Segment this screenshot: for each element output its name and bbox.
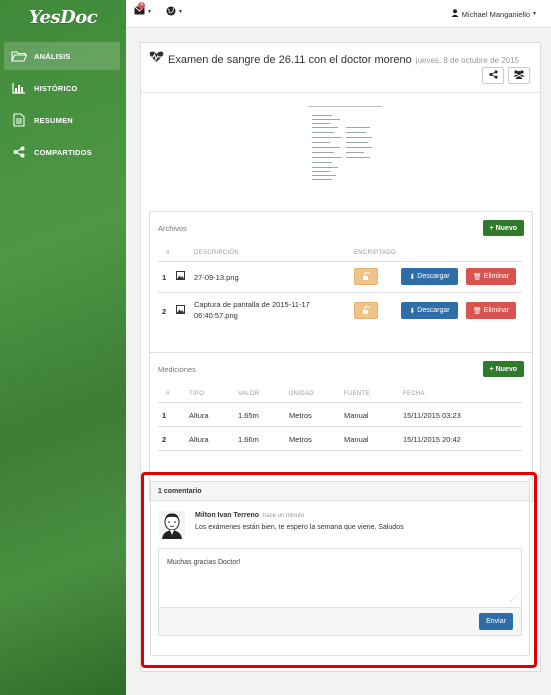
- file-description-line2: 06:40:57.png: [194, 311, 238, 320]
- exam-title: Examen de sangre de 26.11 con el doctor …: [168, 54, 412, 66]
- file-description: Captura de pantalla de 2015-11-17: [194, 300, 310, 309]
- trash-icon: 🗑: [472, 307, 482, 315]
- table-row: 1 27-09-13.png ⬇ Descargar 🗑 Eliminar: [158, 261, 522, 291]
- measure-header-num: #: [166, 391, 170, 397]
- sidebar-item-compartidos[interactable]: COMPARTIDOS: [4, 138, 120, 166]
- measure-type: Altura: [189, 411, 209, 420]
- measure-date: 15/11/2015 20:42: [403, 435, 461, 444]
- unlock-button[interactable]: [354, 302, 378, 319]
- measure-type: Altura: [189, 435, 209, 444]
- delete-button[interactable]: 🗑 Eliminar: [466, 268, 516, 285]
- download-button[interactable]: ⬇ Descargar: [401, 268, 458, 285]
- unlock-icon: [362, 271, 370, 282]
- download-label: Descargar: [417, 307, 450, 314]
- measure-source: Manual: [344, 411, 369, 420]
- unlock-button[interactable]: [354, 268, 378, 285]
- table-row: 1 Altura 1.65m Metros Manual 15/11/2015 …: [158, 402, 522, 426]
- measurements-panel-title: Mediciones: [158, 365, 196, 374]
- delete-button[interactable]: 🗑 Eliminar: [466, 302, 516, 319]
- image-icon: [176, 271, 185, 282]
- file-num: 2: [162, 307, 167, 316]
- sidebar-item-label: ANÁLISIS: [34, 51, 71, 61]
- add-measurement-label: Nuevo: [495, 365, 517, 373]
- files-header-encrypted: ENCRIPTADO: [354, 250, 396, 256]
- file-description: 27-09-13.png: [194, 273, 239, 282]
- trash-icon: 🗑: [472, 273, 482, 281]
- file-num: 1: [162, 273, 167, 282]
- app-logo[interactable]: YesDoc: [0, 0, 126, 34]
- sidebar-item-historico[interactable]: HISTÓRICO: [4, 74, 120, 102]
- document-icon: [10, 113, 28, 127]
- measure-num: 1: [162, 411, 167, 420]
- measure-header-value: VALOR: [238, 391, 260, 397]
- files-panel: Archivos + Nuevo # DESCRIPCIÓN ENCRIPTAD…: [149, 211, 533, 371]
- table-row: 2 Altura 1.66m Metros Manual 15/11/2015 …: [158, 426, 522, 451]
- exam-header: Examen de sangre de 26.11 con el doctor …: [141, 43, 540, 93]
- sidebar-item-analisis[interactable]: ANÁLISIS: [4, 42, 120, 70]
- measure-header-date: FECHA: [403, 391, 425, 397]
- measure-header-source: FUENTE: [344, 391, 370, 397]
- folder-open-icon: [10, 50, 28, 62]
- measure-unit: Metros: [289, 435, 312, 444]
- download-icon: ⬇: [409, 273, 416, 281]
- image-icon: [176, 305, 185, 316]
- table-row: 2 Captura de pantalla de 2015-11-17 06:4…: [158, 292, 522, 328]
- sidebar-item-label: RESUMEN: [34, 115, 73, 125]
- delete-label: Eliminar: [483, 273, 510, 280]
- sidebar-nav: ANÁLISIS HISTÓRICO RESUMEN COMPARTIDOS: [0, 42, 126, 166]
- user-icon: [451, 9, 459, 19]
- mail-badge: 4: [138, 2, 145, 9]
- share-icon: [10, 146, 28, 158]
- delete-label: Eliminar: [483, 307, 510, 314]
- download-button[interactable]: ⬇ Descargar: [401, 302, 458, 319]
- files-header-description: DESCRIPCIÓN: [194, 250, 239, 256]
- plus-icon: +: [489, 224, 494, 232]
- measure-date: 15/11/2015 03:23: [403, 411, 461, 420]
- highlight-box: [141, 472, 537, 668]
- share-button[interactable]: [482, 67, 504, 84]
- measure-header-type: TIPO: [189, 391, 205, 397]
- unlock-icon: [362, 305, 370, 316]
- globe-icon: [166, 6, 176, 18]
- measure-unit: Metros: [289, 411, 312, 420]
- heartbeat-icon: [149, 51, 164, 65]
- shared-users-button[interactable]: [508, 67, 530, 84]
- bar-chart-icon: [10, 82, 28, 94]
- download-icon: ⬇: [409, 307, 416, 315]
- sidebar-item-label: COMPARTIDOS: [34, 147, 92, 157]
- chevron-down-icon: ▼: [147, 8, 152, 15]
- measure-num: 2: [162, 435, 167, 444]
- measure-header-unit: UNIDAD: [289, 391, 314, 397]
- sidebar-item-label: HISTÓRICO: [34, 83, 78, 93]
- measure-value: 1.66m: [238, 435, 259, 444]
- sidebar-item-resumen[interactable]: RESUMEN: [4, 106, 120, 134]
- user-name: Michael Manganiello: [461, 9, 531, 19]
- sidebar: YesDoc ANÁLISIS HISTÓRICO RESUMEN COMPAR…: [0, 0, 126, 695]
- language-menu[interactable]: ▼: [166, 6, 183, 18]
- share-icon: [488, 70, 498, 81]
- plus-icon: +: [489, 365, 494, 373]
- users-icon: [513, 70, 525, 81]
- measure-value: 1.65m: [238, 411, 259, 420]
- mail-menu[interactable]: 4 ▼: [134, 2, 152, 17]
- user-menu[interactable]: Michael Manganiello ▼: [451, 9, 537, 19]
- document-preview[interactable]: [306, 105, 384, 195]
- exam-date: jueves, 8 de octubre de 2015: [415, 56, 519, 65]
- download-label: Descargar: [417, 273, 450, 280]
- add-measurement-button[interactable]: + Nuevo: [482, 361, 524, 377]
- add-file-label: Nuevo: [495, 224, 517, 232]
- files-panel-title: Archivos: [158, 224, 187, 233]
- top-bar: 4 ▼ ▼ Michael Manganiello ▼: [126, 0, 551, 28]
- files-header-num: #: [166, 250, 170, 256]
- chevron-down-icon: ▼: [532, 11, 537, 17]
- chevron-down-icon: ▼: [178, 9, 183, 15]
- add-file-button[interactable]: + Nuevo: [482, 220, 524, 236]
- measure-source: Manual: [344, 435, 369, 444]
